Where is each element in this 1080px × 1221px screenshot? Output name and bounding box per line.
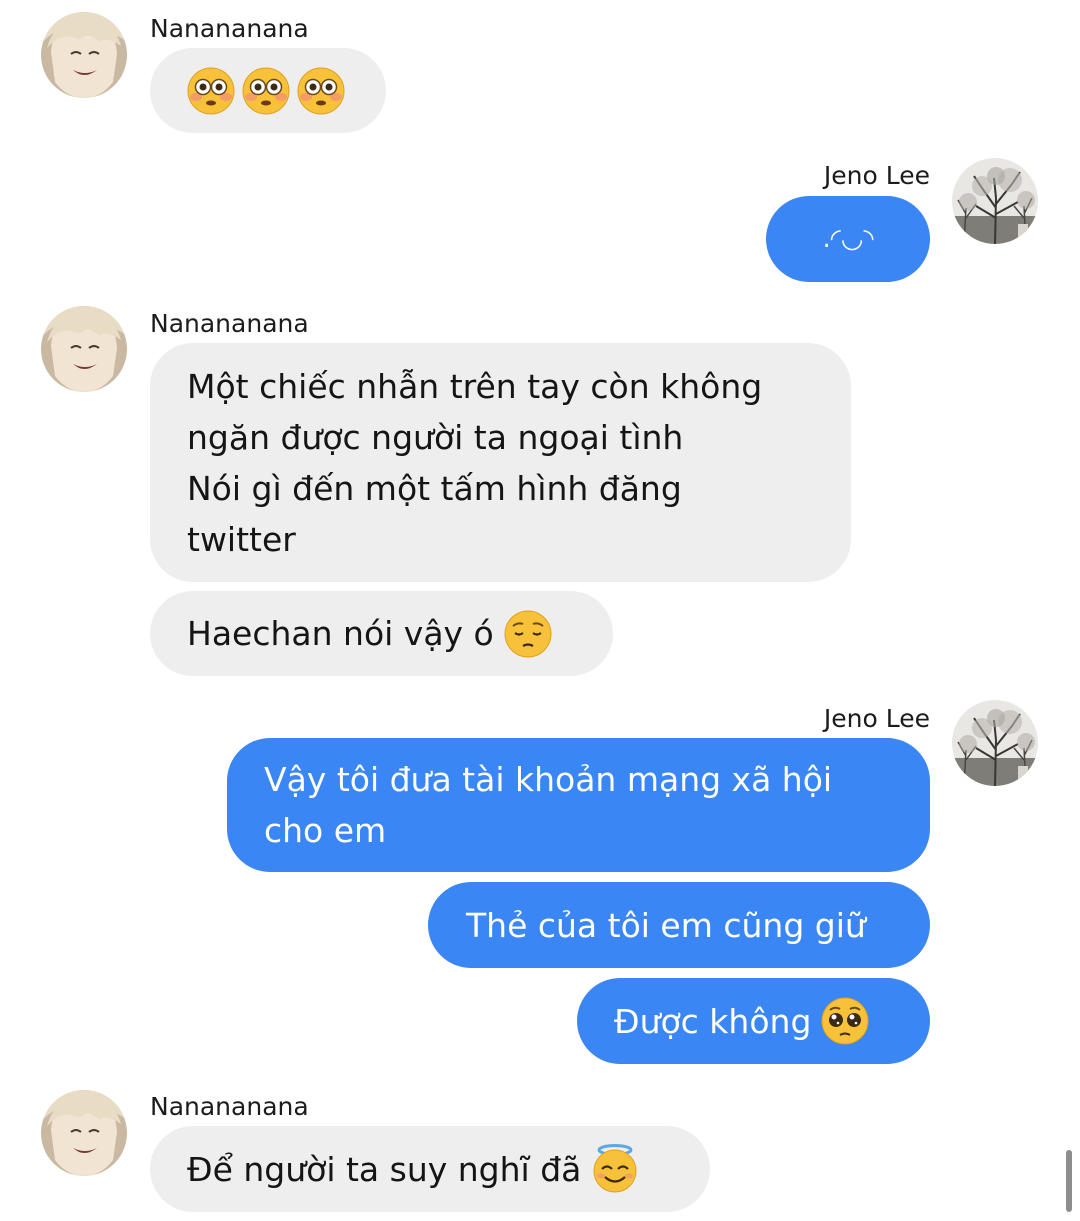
smiling-face-with-halo-emoji [591, 1144, 639, 1194]
flushed-face-emoji [297, 66, 345, 115]
message-bubble[interactable] [150, 48, 386, 133]
message-bubble[interactable]: .◜◡◝ [766, 196, 930, 282]
avatar-nanananana[interactable] [41, 1090, 127, 1176]
message-bubble[interactable]: Được không [577, 978, 930, 1064]
message-bubble[interactable]: Thẻ của tôi em cũng giữ [428, 882, 930, 968]
pensive-face-emoji [503, 609, 552, 658]
message-text: Để người ta suy nghĩ đã [187, 1149, 582, 1189]
sender-name: Nanananana [150, 1092, 309, 1121]
message-bubble[interactable]: Vậy tôi đưa tài khoản mạng xã hội cho em [227, 738, 930, 872]
message-text: Được không [614, 1001, 812, 1041]
sender-name: Nanananana [150, 14, 309, 43]
flushed-face-emoji [187, 66, 235, 115]
message-bubble[interactable]: Một chiếc nhẫn trên tay còn không ngăn đ… [150, 343, 851, 582]
sender-name: Jeno Lee [823, 161, 930, 190]
sender-name: Jeno Lee [823, 704, 930, 733]
avatar-nanananana[interactable] [41, 306, 127, 392]
pleading-face-emoji [821, 997, 870, 1045]
avatar-jeno-lee[interactable] [952, 158, 1038, 244]
message-text: Một chiếc nhẫn trên tay còn không ngăn đ… [187, 366, 763, 559]
avatar-jeno-lee[interactable] [952, 700, 1038, 786]
sender-name: Nanananana [150, 309, 309, 338]
message-text: Vậy tôi đưa tài khoản mạng xã hội cho em [264, 760, 833, 850]
flushed-face-emoji [242, 66, 290, 115]
message-text: .◜◡◝ [822, 223, 874, 254]
scrollbar[interactable] [1066, 1150, 1072, 1212]
message-bubble[interactable]: Haechan nói vậy ó [150, 591, 613, 676]
avatar-nanananana[interactable] [41, 12, 127, 98]
message-text: Thẻ của tôi em cũng giữ [466, 905, 866, 945]
message-bubble[interactable]: Để người ta suy nghĩ đã [150, 1126, 710, 1212]
message-text: Haechan nói vậy ó [187, 614, 494, 653]
